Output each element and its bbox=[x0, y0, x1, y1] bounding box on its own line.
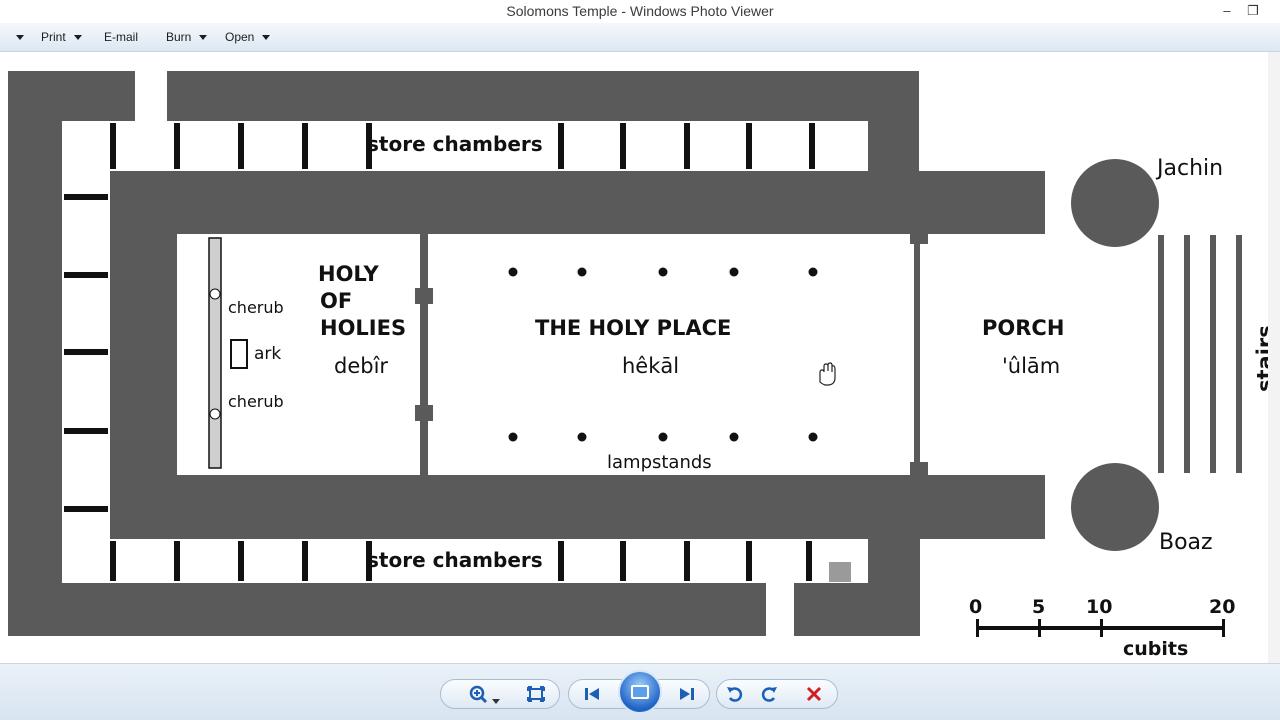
zoom-dropdown-icon[interactable] bbox=[492, 693, 500, 711]
label-stairs: stairs bbox=[1253, 325, 1268, 392]
scale-bar: 0 5 10 20 cubits bbox=[969, 596, 1235, 660]
zoom-button[interactable] bbox=[466, 681, 492, 707]
restore-button[interactable]: ❐ bbox=[1242, 2, 1264, 20]
label-ark: ark bbox=[254, 344, 281, 364]
label-lampstands: lampstands bbox=[607, 452, 712, 473]
cherubim-wings bbox=[208, 237, 248, 469]
burn-label: Burn bbox=[166, 30, 192, 44]
rotate-ccw-icon bbox=[727, 687, 743, 702]
slideshow-icon bbox=[631, 685, 649, 699]
print-menu[interactable]: Print bbox=[41, 30, 82, 44]
label-debir: debîr bbox=[334, 354, 388, 378]
chevron-down-icon bbox=[262, 35, 271, 41]
rotate-ccw-button[interactable] bbox=[722, 681, 748, 707]
label-jachin: Jachin bbox=[1155, 156, 1223, 181]
chevron-down-icon bbox=[16, 35, 24, 41]
print-label: Print bbox=[41, 30, 66, 44]
actual-size-button[interactable] bbox=[523, 681, 549, 707]
temple-floor-plan: store chambers store chambers HOLY OF HO… bbox=[8, 71, 1277, 660]
window-title: Solomons Temple - Windows Photo Viewer bbox=[506, 3, 774, 19]
zoom-icon bbox=[469, 685, 488, 704]
open-menu[interactable]: Open bbox=[225, 30, 271, 44]
label-holy-place: THE HOLY PLACE bbox=[535, 316, 731, 340]
email-label: E-mail bbox=[104, 30, 139, 44]
label-boaz: Boaz bbox=[1159, 530, 1213, 555]
slideshow-button[interactable] bbox=[618, 670, 662, 714]
previous-button[interactable] bbox=[579, 681, 605, 707]
previous-icon bbox=[585, 688, 599, 700]
label-hekal: hêkāl bbox=[622, 354, 679, 378]
label-cherub-bottom: cherub bbox=[228, 392, 284, 411]
open-label: Open bbox=[225, 30, 255, 44]
label-cubits: cubits bbox=[1123, 638, 1188, 660]
email-menu[interactable]: E-mail bbox=[104, 30, 138, 44]
delete-button[interactable] bbox=[801, 681, 827, 707]
vertical-scrollbar[interactable] bbox=[1268, 52, 1280, 663]
label-holy-3: HOLIES bbox=[320, 316, 406, 340]
scale-tick-0: 0 bbox=[969, 596, 982, 618]
control-bar bbox=[0, 663, 1280, 720]
next-button[interactable] bbox=[674, 681, 700, 707]
chevron-down-icon bbox=[199, 35, 208, 41]
next-icon bbox=[680, 688, 694, 700]
title-bar: Solomons Temple - Windows Photo Viewer –… bbox=[0, 0, 1280, 23]
image-viewer[interactable]: store chambers store chambers HOLY OF HO… bbox=[0, 52, 1280, 663]
chevron-down-icon bbox=[73, 35, 82, 41]
rotate-cw-icon bbox=[761, 687, 777, 702]
scale-tick-5: 5 bbox=[1032, 596, 1045, 618]
delete-icon bbox=[806, 686, 822, 702]
label-store-top: store chambers bbox=[367, 132, 543, 156]
scale-tick-20: 20 bbox=[1209, 596, 1235, 618]
file-menu[interactable] bbox=[10, 30, 24, 44]
label-store-bottom: store chambers bbox=[367, 548, 543, 572]
fit-icon bbox=[527, 686, 545, 702]
hand-cursor-icon bbox=[819, 362, 836, 386]
label-cherub-top: cherub bbox=[228, 298, 284, 317]
rotate-cw-button[interactable] bbox=[756, 681, 782, 707]
label-holy-2: OF bbox=[320, 289, 352, 313]
minimize-button[interactable]: – bbox=[1216, 2, 1238, 20]
label-holy-1: HOLY bbox=[318, 262, 380, 286]
scale-tick-10: 10 bbox=[1086, 596, 1112, 618]
label-ulam: 'ûlām bbox=[1002, 354, 1060, 378]
label-porch: PORCH bbox=[982, 316, 1064, 340]
burn-menu[interactable]: Burn bbox=[166, 30, 208, 44]
ark-box bbox=[230, 339, 248, 369]
menu-bar: Print E-mail Burn Open bbox=[0, 23, 1280, 52]
